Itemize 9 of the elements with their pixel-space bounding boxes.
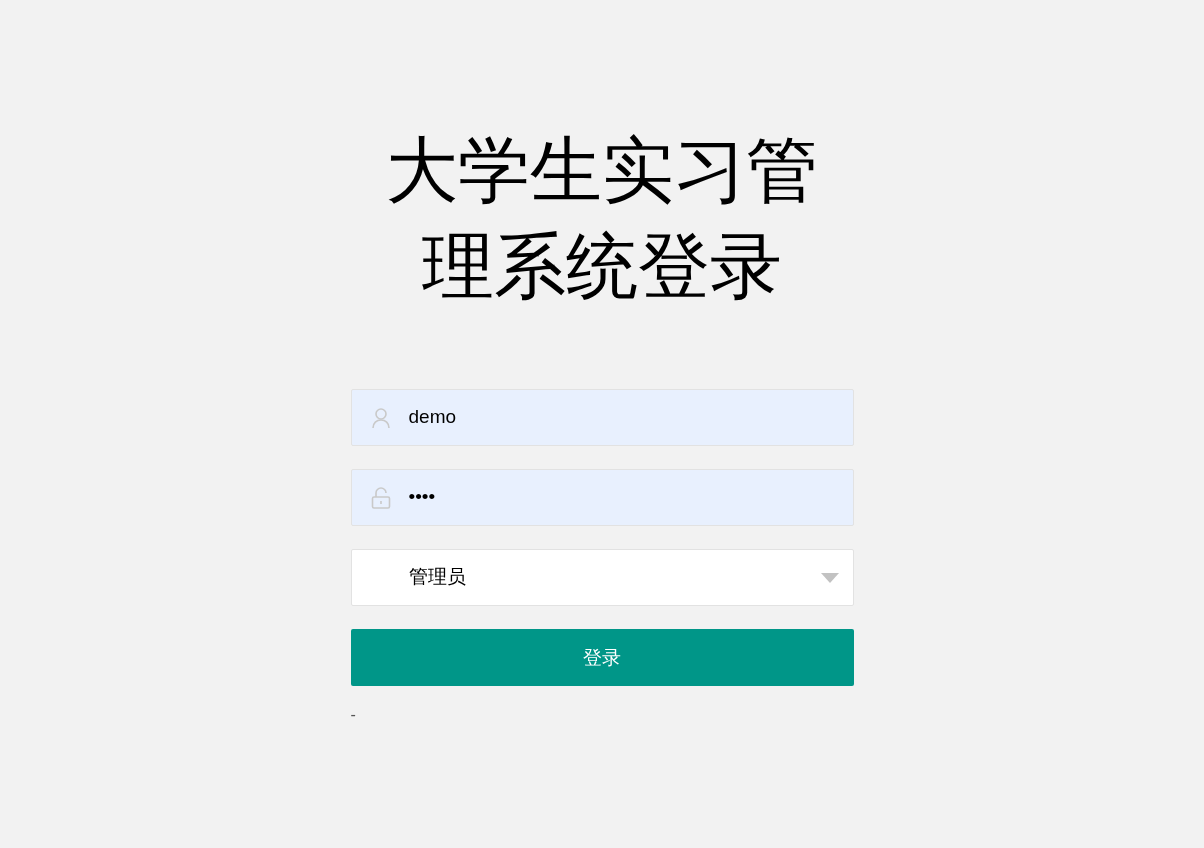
- lock-icon: [370, 486, 391, 509]
- footer-text: -: [350, 705, 356, 725]
- role-select[interactable]: 管理员: [350, 549, 854, 606]
- username-field[interactable]: demo: [350, 389, 854, 446]
- page-title: 大学生实习管理系统登录: [385, 127, 819, 310]
- dropdown-caret-icon: [820, 572, 839, 583]
- user-icon: [370, 406, 391, 429]
- login-button[interactable]: 登录: [350, 629, 854, 686]
- password-field[interactable]: ••••: [350, 469, 854, 526]
